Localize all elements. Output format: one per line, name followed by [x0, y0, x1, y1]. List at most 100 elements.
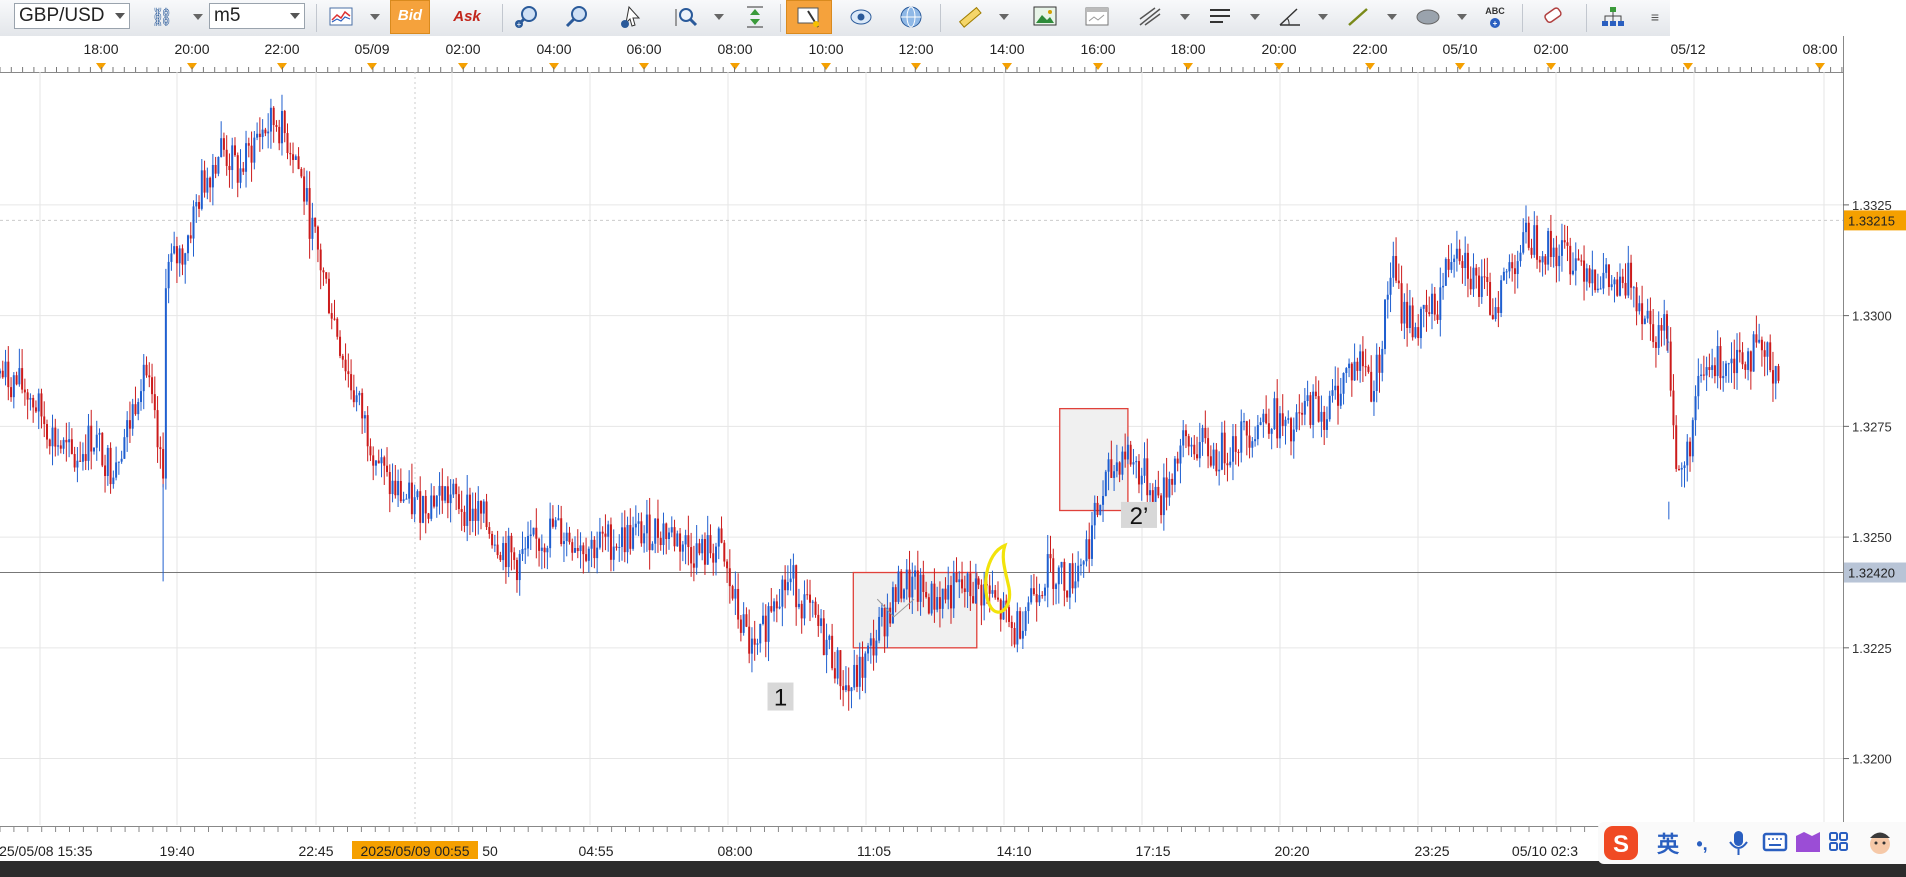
- sogou-logo-icon[interactable]: S: [1604, 826, 1638, 860]
- candle-body: [1176, 458, 1179, 464]
- chart-type-icon[interactable]: [326, 2, 356, 32]
- ime-toolbar[interactable]: S 英 •,: [1598, 822, 1906, 864]
- candle-body: [1303, 401, 1306, 415]
- keyboard-icon[interactable]: [1762, 832, 1788, 852]
- chevron-down-icon[interactable]: [714, 14, 724, 20]
- menu-icon[interactable]: ≡: [1640, 2, 1670, 32]
- chevron-down-icon[interactable]: [999, 14, 1009, 20]
- candle-body: [640, 521, 643, 544]
- price-axis: 1.3325 1.3300 1.3275 1.3250 1.3225 1.3200 1.33…: [1843, 36, 1906, 826]
- candle-body: [1458, 248, 1461, 262]
- window-icon[interactable]: [1082, 2, 1112, 32]
- lines-icon[interactable]: [1205, 2, 1235, 32]
- candle-body: [341, 355, 344, 360]
- candle-body: [867, 645, 870, 654]
- ruler-icon[interactable]: [955, 2, 985, 32]
- eraser-icon[interactable]: [1538, 2, 1568, 32]
- candle-body: [1149, 490, 1152, 496]
- candle-body: [289, 153, 292, 155]
- chart-plot-area[interactable]: 1 2’: [0, 72, 1843, 825]
- candle-body: [184, 253, 187, 265]
- candle-body: [687, 535, 690, 548]
- timeframe-value: m5: [214, 5, 241, 26]
- candle-body: [269, 107, 272, 132]
- candle-body: [676, 533, 679, 547]
- chevron-down-icon[interactable]: [370, 14, 380, 20]
- candle-body: [1643, 318, 1646, 325]
- candle-body: [1580, 260, 1583, 262]
- ellipse-icon[interactable]: [1413, 2, 1443, 32]
- fork-icon[interactable]: [1135, 2, 1165, 32]
- trendline-icon[interactable]: [1343, 2, 1373, 32]
- candle-body: [629, 524, 632, 549]
- chevron-down-icon[interactable]: [193, 14, 203, 20]
- crosshair-icon[interactable]: [786, 0, 832, 34]
- zoom-out-icon[interactable]: [562, 2, 592, 32]
- candle-body: [1361, 351, 1364, 367]
- grid-apps-icon[interactable]: [1829, 832, 1848, 851]
- candle-body: [1544, 256, 1547, 265]
- angle-icon[interactable]: [1275, 2, 1305, 32]
- cursor-icon[interactable]: [615, 2, 645, 32]
- candle-body: [1541, 256, 1544, 263]
- top-time-label: 22:00: [1352, 41, 1387, 57]
- candle-body: [1043, 587, 1046, 596]
- mascot-icon[interactable]: [1870, 832, 1890, 855]
- candle-body: [1599, 288, 1602, 290]
- chevron-down-icon[interactable]: [1457, 14, 1467, 20]
- skin-icon[interactable]: [1796, 832, 1820, 852]
- magnifier-icon[interactable]: [670, 2, 700, 32]
- chevron-down-icon[interactable]: [1318, 14, 1328, 20]
- globe-icon[interactable]: [896, 2, 926, 32]
- candle-body: [894, 587, 897, 602]
- candle-body: [1345, 368, 1348, 374]
- candle-body: [333, 318, 336, 320]
- chevron-down-icon[interactable]: [1387, 14, 1397, 20]
- candlestick-chart[interactable]: 1 2’: [0, 72, 1843, 825]
- candle-body: [745, 614, 748, 627]
- symbol-select[interactable]: GBP/USD: [14, 3, 130, 29]
- text-icon[interactable]: ABC +: [1480, 2, 1510, 32]
- candle-body: [482, 501, 485, 514]
- candle-body: [65, 439, 68, 443]
- candle-body: [1008, 607, 1011, 622]
- chevron-down-icon[interactable]: [1180, 14, 1190, 20]
- zoom-in-icon[interactable]: +: [512, 2, 542, 32]
- time-marker: [96, 63, 106, 70]
- ask-button[interactable]: Ask: [452, 2, 482, 32]
- candle-body: [361, 392, 364, 419]
- candle-body: [1220, 432, 1223, 470]
- candle-body: [1248, 435, 1251, 448]
- candle-body: [1533, 225, 1536, 255]
- candle-body: [10, 387, 13, 398]
- image-icon[interactable]: [1030, 2, 1060, 32]
- top-time-label: 18:00: [1170, 41, 1205, 57]
- timeframe-select[interactable]: m5: [209, 3, 305, 29]
- chart-toolbar: GBP/USD ⛓ m5 Bid Ask + ABC + ≡: [0, 0, 1670, 37]
- candle-body: [1, 370, 4, 378]
- ime-punct-toggle[interactable]: •,: [1696, 834, 1707, 854]
- candle-body: [1090, 525, 1093, 559]
- candle-body: [1348, 363, 1351, 369]
- candle-body: [1301, 412, 1304, 415]
- hierarchy-icon[interactable]: [1598, 2, 1628, 32]
- microphone-icon[interactable]: [1729, 831, 1748, 855]
- candle-body: [1287, 418, 1290, 420]
- candle-body: [1334, 385, 1337, 391]
- candle-body: [1436, 314, 1439, 320]
- ime-lang-toggle[interactable]: 英: [1657, 832, 1680, 857]
- scroll-lock-icon[interactable]: ⛓: [147, 2, 177, 32]
- bid-button[interactable]: Bid: [390, 0, 430, 34]
- top-time-label: 10:00: [808, 41, 843, 57]
- bottom-time-label: 11:05: [857, 843, 891, 859]
- candle-body: [43, 416, 46, 425]
- candle-body: [1284, 419, 1287, 426]
- eye-icon[interactable]: [846, 2, 876, 32]
- candle-body: [1654, 342, 1657, 348]
- bottom-time-label: 20:20: [1274, 843, 1309, 859]
- time-marker: [1093, 63, 1103, 70]
- chevron-down-icon[interactable]: [1250, 14, 1260, 20]
- toolbar-empty-area: [1670, 0, 1906, 36]
- candle-body: [668, 532, 671, 540]
- fit-vertical-icon[interactable]: [740, 2, 770, 32]
